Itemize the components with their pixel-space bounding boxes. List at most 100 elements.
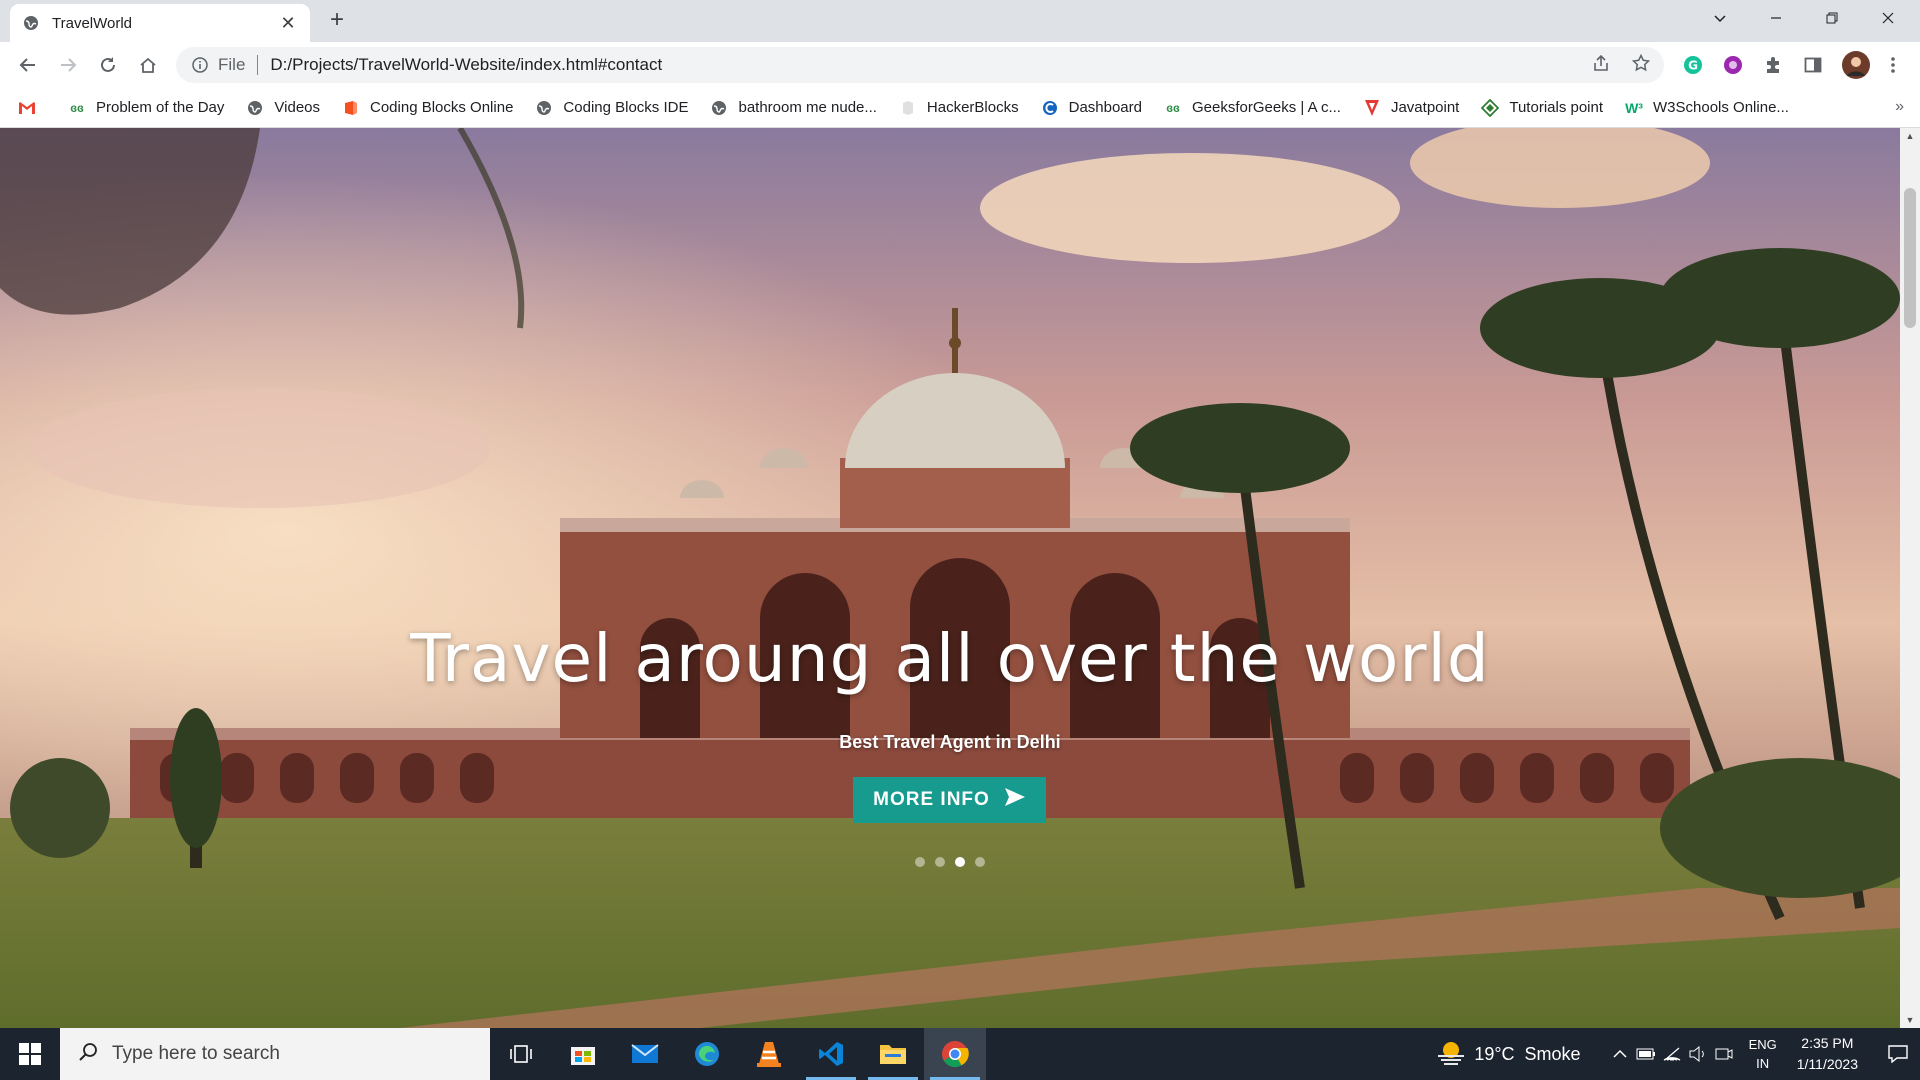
scroll-down-arrow-icon[interactable]: ▼ bbox=[1900, 1012, 1920, 1028]
hero-background-image bbox=[0, 128, 1900, 1028]
bookmark-label: Dashboard bbox=[1068, 99, 1142, 116]
mail-icon[interactable] bbox=[614, 1028, 676, 1080]
star-icon[interactable] bbox=[1631, 53, 1651, 77]
bookmark-item[interactable]: ɞɞ Problem of the Day bbox=[68, 99, 224, 117]
bookmark-item[interactable]: Coding Blocks IDE bbox=[535, 99, 688, 117]
side-panel-icon[interactable] bbox=[1802, 54, 1824, 76]
extensions-puzzle-icon[interactable] bbox=[1762, 54, 1784, 76]
bookmark-label: Coding Blocks IDE bbox=[563, 99, 689, 116]
vlc-icon[interactable] bbox=[738, 1028, 800, 1080]
chevron-up-icon[interactable] bbox=[1607, 1049, 1633, 1059]
hackerblocks-icon bbox=[899, 99, 917, 117]
send-arrow-icon bbox=[1004, 787, 1026, 813]
bookmark-item[interactable]: bathroom me nude... bbox=[710, 99, 877, 117]
scroll-thumb[interactable] bbox=[1904, 188, 1916, 328]
weather-widget[interactable]: 19°C Smoke bbox=[1436, 1039, 1581, 1070]
region-code: IN bbox=[1756, 1056, 1770, 1071]
bookmark-item[interactable]: HackerBlocks bbox=[899, 99, 1019, 117]
divider bbox=[257, 55, 259, 75]
speaker-icon[interactable] bbox=[1685, 1046, 1711, 1062]
battery-icon[interactable] bbox=[1633, 1048, 1659, 1060]
bookmark-item[interactable]: Videos bbox=[246, 99, 320, 117]
hero-section: Travel aroung all over the world Best Tr… bbox=[0, 128, 1900, 1028]
carousel-dot[interactable] bbox=[975, 857, 985, 867]
menu-kebab-icon[interactable] bbox=[1882, 54, 1904, 76]
hero-subtitle: Best Travel Agent in Delhi bbox=[839, 732, 1061, 752]
url-text[interactable]: D:/Projects/TravelWorld-Website/index.ht… bbox=[270, 55, 1592, 75]
bookmark-label: HackerBlocks bbox=[926, 99, 1019, 116]
more-info-button[interactable]: MORE INFO bbox=[853, 777, 1046, 823]
store-icon[interactable] bbox=[552, 1028, 614, 1080]
bookmark-item[interactable]: Coding Blocks Online bbox=[342, 99, 513, 117]
bookmark-label: Javatpoint bbox=[1390, 99, 1460, 116]
hero-title: Travel aroung all over the world bbox=[410, 620, 1490, 697]
taskbar-search-box[interactable]: Type here to search bbox=[60, 1028, 490, 1080]
windows-start-icon[interactable] bbox=[0, 1028, 60, 1080]
minimize-icon[interactable] bbox=[1748, 0, 1804, 36]
input-language[interactable]: ENG IN bbox=[1749, 1035, 1777, 1073]
forward-arrow-icon[interactable] bbox=[52, 49, 84, 81]
carousel-dot[interactable] bbox=[915, 857, 925, 867]
grammarly-icon[interactable]: G bbox=[1682, 54, 1704, 76]
edge-icon[interactable] bbox=[676, 1028, 738, 1080]
carousel-dot[interactable] bbox=[935, 857, 945, 867]
globe-icon bbox=[710, 99, 728, 117]
search-placeholder: Type here to search bbox=[112, 1043, 280, 1064]
bookmark-label: Problem of the Day bbox=[96, 99, 225, 116]
bookmark-item[interactable]: ɞɞ GeeksforGeeks | A c... bbox=[1164, 99, 1341, 117]
home-icon[interactable] bbox=[132, 49, 164, 81]
bookmarks-bar: ɞɞ Problem of the Day Videos Coding Bloc… bbox=[0, 88, 1920, 128]
vscode-icon[interactable] bbox=[800, 1028, 862, 1080]
scroll-up-arrow-icon[interactable]: ▲ bbox=[1900, 128, 1920, 144]
button-label: MORE INFO bbox=[873, 789, 990, 810]
weather-text: 19°C Smoke bbox=[1474, 1043, 1581, 1064]
browser-toolbar: File D:/Projects/TravelWorld-Website/ind… bbox=[0, 42, 1920, 88]
notification-icon[interactable] bbox=[1876, 1045, 1920, 1063]
bookmark-item[interactable]: W³ W3Schools Online... bbox=[1625, 99, 1789, 117]
browser-tab[interactable]: TravelWorld ✕ bbox=[10, 4, 310, 42]
profile-avatar[interactable] bbox=[1842, 51, 1870, 79]
clock-time: 2:35 PM bbox=[1801, 1035, 1854, 1051]
scheme-label: File bbox=[218, 55, 246, 74]
chevron-down-icon[interactable] bbox=[1692, 0, 1748, 36]
reload-icon[interactable] bbox=[92, 49, 124, 81]
bookmark-gmail[interactable] bbox=[18, 99, 46, 117]
tutorialspoint-icon bbox=[1481, 98, 1500, 117]
extension-purple-icon[interactable] bbox=[1722, 54, 1744, 76]
bookmarks-overflow-icon[interactable]: » bbox=[1895, 98, 1904, 116]
bookmark-label: W3Schools Online... bbox=[1653, 99, 1789, 116]
windows-taskbar: Type here to search 19°C Smoke ENG IN 2:… bbox=[0, 1028, 1920, 1080]
page-scrollbar[interactable]: ▲ ▼ bbox=[1900, 128, 1920, 1028]
back-arrow-icon[interactable] bbox=[12, 49, 44, 81]
close-tab-icon[interactable]: ✕ bbox=[278, 13, 298, 33]
clock[interactable]: 2:35 PM 1/11/2023 bbox=[1797, 1033, 1858, 1075]
meet-now-icon[interactable] bbox=[1711, 1046, 1737, 1062]
wifi-icon[interactable] bbox=[1659, 1046, 1685, 1062]
share-icon[interactable] bbox=[1592, 54, 1610, 77]
info-icon[interactable] bbox=[190, 55, 210, 75]
gmail-icon bbox=[18, 99, 36, 117]
task-view-icon[interactable] bbox=[490, 1028, 552, 1080]
bookmark-label: bathroom me nude... bbox=[738, 99, 877, 116]
gfg-icon: ɞɞ bbox=[70, 100, 84, 115]
globe-icon bbox=[246, 99, 264, 117]
bookmark-item[interactable]: Javatpoint bbox=[1363, 99, 1459, 117]
bookmark-label: Coding Blocks Online bbox=[370, 99, 514, 116]
search-icon bbox=[78, 1042, 98, 1067]
globe-icon bbox=[535, 99, 553, 117]
tab-title: TravelWorld bbox=[52, 14, 133, 32]
codingblocks-icon bbox=[342, 99, 360, 117]
close-window-icon[interactable] bbox=[1860, 0, 1916, 36]
carousel-indicators bbox=[0, 857, 1900, 867]
bookmark-item[interactable]: Dashboard bbox=[1041, 99, 1142, 117]
dashboard-icon bbox=[1041, 99, 1059, 117]
svg-text:G: G bbox=[1688, 59, 1698, 73]
bookmark-label: Tutorials point bbox=[1509, 99, 1604, 116]
address-bar[interactable]: File D:/Projects/TravelWorld-Website/ind… bbox=[176, 47, 1664, 83]
restore-icon[interactable] bbox=[1804, 0, 1860, 36]
carousel-dot-active[interactable] bbox=[955, 857, 965, 867]
chrome-icon[interactable] bbox=[924, 1028, 986, 1080]
bookmark-item[interactable]: Tutorials point bbox=[1481, 98, 1604, 117]
new-tab-button[interactable]: + bbox=[322, 6, 352, 36]
file-explorer-icon[interactable] bbox=[862, 1028, 924, 1080]
